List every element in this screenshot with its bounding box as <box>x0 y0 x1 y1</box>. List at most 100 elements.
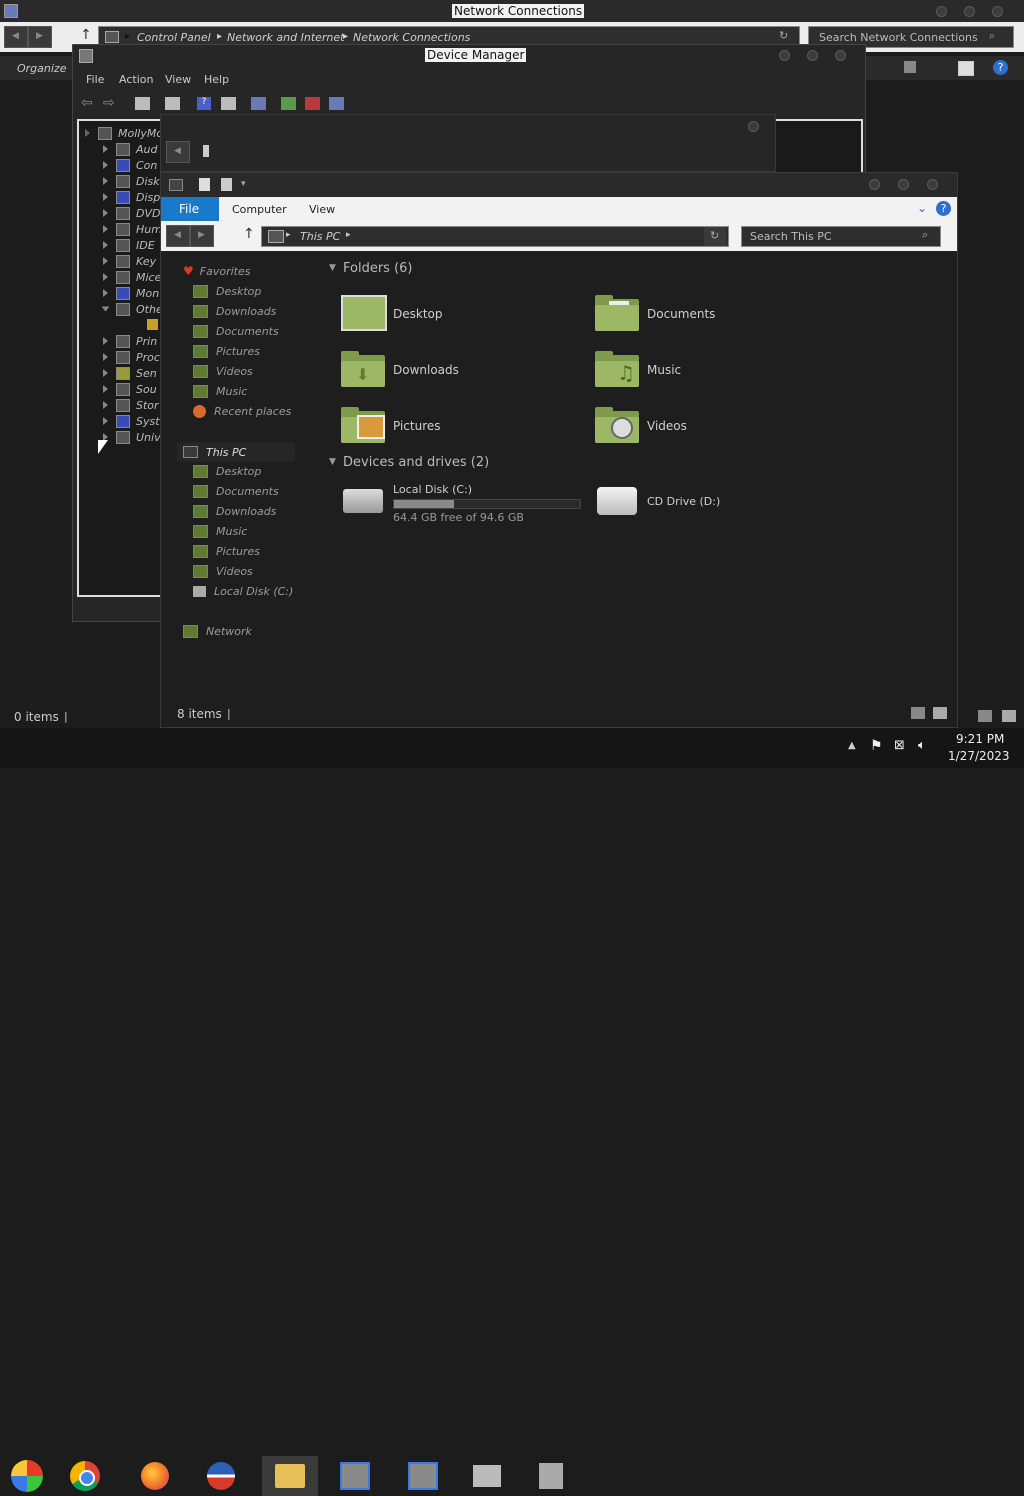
dm-item-usb[interactable]: Univ <box>103 429 161 445</box>
taskbar-file-explorer[interactable] <box>262 1456 318 1496</box>
taskbar-firefox[interactable] <box>128 1456 182 1496</box>
explorer-address-bar[interactable]: ▸ This PC ▸ ↻ <box>261 226 729 247</box>
sidebar-item-recent-places[interactable]: Recent places <box>193 402 291 420</box>
explorer-forward-button[interactable]: ▶ <box>190 225 214 247</box>
dm-item-system[interactable]: Syst <box>103 413 160 429</box>
refresh-button[interactable]: ↻ <box>704 227 726 246</box>
maximize-button[interactable] <box>964 6 975 17</box>
sidebar-pc-videos[interactable]: Videos <box>193 562 253 580</box>
explorer-maximize-button[interactable] <box>898 179 909 190</box>
taskbar-device-manager[interactable] <box>328 1456 382 1496</box>
view-options-icon[interactable] <box>904 61 916 73</box>
dm-menu-help[interactable]: Help <box>204 73 229 86</box>
dm-properties-icon[interactable] <box>135 97 150 110</box>
dm-list-icon[interactable] <box>165 97 180 110</box>
sidebar-this-pc[interactable]: This PC <box>183 443 246 461</box>
new-folder-icon[interactable] <box>221 178 232 191</box>
dm-root[interactable]: MollyMo <box>85 125 163 141</box>
sidebar-pc-local-disk[interactable]: Local Disk (C:) <box>193 582 293 600</box>
dm-back-icon[interactable]: ⇦ <box>81 95 93 111</box>
folder-videos[interactable]: Videos <box>595 405 835 445</box>
taskbar-printer[interactable] <box>460 1456 514 1496</box>
dm-item-hid[interactable]: Hum <box>103 221 162 237</box>
tab-file[interactable]: File <box>161 197 219 221</box>
explorer-close-button[interactable] <box>927 179 938 190</box>
dm-item-keyboard[interactable]: Key <box>103 253 156 269</box>
explorer-minimize-button[interactable] <box>869 179 880 190</box>
dm-menu-file[interactable]: File <box>86 73 104 86</box>
folders-collapse-icon[interactable]: ▼ <box>329 263 336 273</box>
close-button[interactable] <box>992 6 1003 17</box>
dm-uninstall-icon[interactable] <box>305 97 320 110</box>
sidebar-item-downloads[interactable]: Downloads <box>193 302 276 320</box>
dm-item-dvd[interactable]: DVD <box>103 205 160 221</box>
dm-forward-icon[interactable]: ⇨ <box>103 95 115 111</box>
sidebar-item-pictures[interactable]: Pictures <box>193 342 260 360</box>
tab-view[interactable]: View <box>309 203 335 216</box>
large-icons-view-icon[interactable] <box>1002 710 1016 722</box>
properties-icon[interactable] <box>199 178 210 191</box>
show-hidden-icons-icon[interactable]: ▲ <box>848 740 856 751</box>
folder-music[interactable]: ♫ Music <box>595 349 835 389</box>
sidebar-pc-downloads[interactable]: Downloads <box>193 502 276 520</box>
dm-item-storage[interactable]: Stor <box>103 397 159 413</box>
dm-item-audio[interactable]: Aud <box>103 141 157 157</box>
preview-pane-icon[interactable] <box>958 61 974 76</box>
dm-minimize-button[interactable] <box>779 50 790 61</box>
folder-pictures[interactable]: Pictures <box>341 405 581 445</box>
folder-downloads[interactable]: ⬇ Downloads <box>341 349 581 389</box>
dm-item-other[interactable]: Othe <box>101 301 163 317</box>
dm-add-hardware-icon[interactable] <box>329 97 344 110</box>
customize-toolbar-icon[interactable]: ▾ <box>241 179 246 189</box>
taskbar-network[interactable] <box>396 1456 450 1496</box>
details-view-icon[interactable] <box>978 710 992 722</box>
taskbar-chrome[interactable] <box>58 1456 112 1496</box>
dm-close-button[interactable] <box>835 50 846 61</box>
dm-help-icon[interactable]: ? <box>197 97 211 110</box>
organize-button[interactable]: Organize <box>17 62 66 75</box>
tab-computer[interactable]: Computer <box>232 203 287 216</box>
forward-button[interactable]: ▶ <box>28 26 52 48</box>
details-view-icon[interactable] <box>911 707 925 719</box>
folder-documents[interactable]: Documents <box>595 293 835 333</box>
clock-date[interactable]: 1/27/2023 <box>948 749 1010 763</box>
dm-item-monitors[interactable]: Mon <box>103 285 159 301</box>
dm-item-processors[interactable]: Proc <box>103 349 160 365</box>
drive-local-disk-c[interactable]: Local Disk (C:) 64.4 GB free of 94.6 GB <box>341 481 591 525</box>
drives-collapse-icon[interactable]: ▼ <box>329 457 336 467</box>
breadcrumb-network-and-internet[interactable]: Network and Internet <box>227 31 345 44</box>
overlay-close-button[interactable] <box>748 121 759 132</box>
clock-time[interactable]: 9:21 PM <box>956 732 1004 746</box>
sidebar-item-music[interactable]: Music <box>193 382 247 400</box>
overlay-back-button[interactable]: ◀ <box>166 141 190 163</box>
breadcrumb-control-panel[interactable]: Control Panel <box>137 31 211 44</box>
explorer-back-button[interactable]: ◀ <box>166 225 190 247</box>
taskbar-usb[interactable] <box>524 1456 578 1496</box>
sidebar-network[interactable]: Network <box>183 622 252 640</box>
search-icon[interactable]: ⌕ <box>922 228 928 242</box>
dm-update-driver-icon[interactable] <box>281 97 296 110</box>
sidebar-item-desktop[interactable]: Desktop <box>193 282 261 300</box>
start-button[interactable] <box>0 1456 54 1496</box>
sidebar-pc-music[interactable]: Music <box>193 522 247 540</box>
help-icon[interactable]: ? <box>936 201 951 216</box>
drives-header[interactable]: Devices and drives (2) <box>343 455 489 470</box>
folders-header[interactable]: Folders (6) <box>343 261 413 276</box>
search-icon[interactable]: ⌕ <box>989 29 995 43</box>
volume-icon[interactable]: 🔈︎ <box>918 738 926 753</box>
sidebar-pc-pictures[interactable]: Pictures <box>193 542 260 560</box>
help-icon[interactable]: ? <box>993 60 1008 75</box>
network-status-icon[interactable]: ⊠ <box>894 738 905 753</box>
drive-cd-d[interactable]: CD Drive (D:) <box>595 481 835 525</box>
minimize-button[interactable] <box>936 6 947 17</box>
dm-item-display[interactable]: Disp <box>103 189 160 205</box>
dm-item-mice[interactable]: Mice <box>103 269 161 285</box>
dm-menu-action[interactable]: Action <box>119 73 153 86</box>
dm-item-print-queues[interactable]: Prin <box>103 333 157 349</box>
up-arrow-icon[interactable]: ↑ <box>243 226 255 242</box>
sidebar-item-documents[interactable]: Documents <box>193 322 279 340</box>
sidebar-pc-desktop[interactable]: Desktop <box>193 462 261 480</box>
dm-item-sound[interactable]: Sou <box>103 381 157 397</box>
explorer-search-input[interactable]: Search This PC ⌕ <box>741 226 941 247</box>
dm-scan-icon[interactable] <box>251 97 266 110</box>
